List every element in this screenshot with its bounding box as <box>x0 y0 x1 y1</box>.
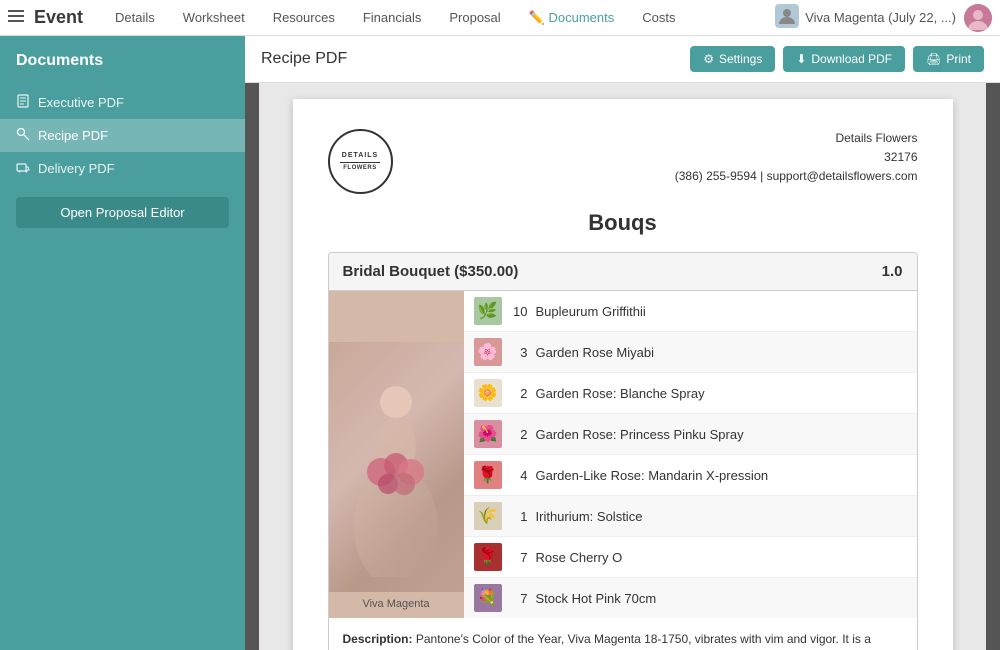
print-icon: 🖨 <box>926 52 941 66</box>
sidebar-item-label-recipe: Recipe PDF <box>38 128 108 143</box>
main-content: Recipe PDF ⚙ Settings ⬇ Download PDF 🖨 P… <box>245 36 1000 650</box>
delivery-icon <box>16 160 30 177</box>
flower-thumb-4: 🌹 <box>474 461 502 489</box>
flower-row-1: 🌸 3 Garden Rose Miyabi <box>464 332 917 373</box>
flower-thumb-6: 🌹 <box>474 543 502 571</box>
company-info: Details Flowers 32176 (386) 255-9594 | s… <box>675 129 918 187</box>
nav-link-financials[interactable]: Financials <box>351 4 434 32</box>
company-zip: 32176 <box>675 148 918 167</box>
hamburger-icon[interactable] <box>8 8 24 27</box>
nav-link-documents[interactable]: ✏️ Documents <box>517 4 627 32</box>
flower-count-2: 2 <box>510 386 528 401</box>
nav-link-resources[interactable]: Resources <box>261 4 347 32</box>
flower-thumb-0: 🌿 <box>474 297 502 325</box>
flower-name-2: Garden Rose: Blanche Spray <box>536 386 705 401</box>
user-icon <box>775 4 799 31</box>
flower-name-1: Garden Rose Miyabi <box>536 345 655 360</box>
flower-count-1: 3 <box>510 345 528 360</box>
flower-name-6: Rose Cherry O <box>536 550 623 565</box>
flower-count-0: 10 <box>510 304 528 319</box>
sidebar: Documents Executive PDF Recipe PDF Deliv… <box>0 36 245 650</box>
flower-thumb-5: 🌾 <box>474 502 502 530</box>
nav-links: Details Worksheet Resources Financials P… <box>103 4 775 32</box>
flower-thumb-3: 🌺 <box>474 420 502 448</box>
flower-name-0: Bupleurum Griffithii <box>536 304 646 319</box>
pdf-page: DETAILS FLOWERS Details Flowers 32176 (3… <box>293 99 953 650</box>
flower-count-5: 1 <box>510 509 528 524</box>
recipe-card-header: Bridal Bouquet ($350.00) 1.0 <box>329 253 917 291</box>
document-icon <box>16 94 30 111</box>
flower-count-7: 7 <box>510 591 528 606</box>
gear-icon: ⚙ <box>703 52 714 66</box>
flower-name-7: Stock Hot Pink 70cm <box>536 591 657 606</box>
avatar <box>964 4 992 32</box>
download-pdf-button[interactable]: ⬇ Download PDF <box>783 46 905 72</box>
flower-thumb-2: 🌼 <box>474 379 502 407</box>
sidebar-item-label-executive: Executive PDF <box>38 95 124 110</box>
flower-name-3: Garden Rose: Princess Pinku Spray <box>536 427 744 442</box>
sidebar-item-delivery-pdf[interactable]: Delivery PDF <box>0 152 245 185</box>
page-layout: Documents Executive PDF Recipe PDF Deliv… <box>0 36 1000 650</box>
flower-count-6: 7 <box>510 550 528 565</box>
flower-row-2: 🌼 2 Garden Rose: Blanche Spray <box>464 373 917 414</box>
recipe-image-panel: Viva Magenta <box>329 291 464 618</box>
recipe-quantity: 1.0 <box>882 263 903 280</box>
flower-name-5: Irithurium: Solstice <box>536 509 643 524</box>
brand-title: Event <box>34 7 83 28</box>
flower-thumb-7: 💐 <box>474 584 502 612</box>
pdf-section-title: Bouqs <box>328 210 918 236</box>
flower-row-3: 🌺 2 Garden Rose: Princess Pinku Spray <box>464 414 917 455</box>
recipe-name: Bridal Bouquet ($350.00) <box>343 263 519 280</box>
pdf-area[interactable]: DETAILS FLOWERS Details Flowers 32176 (3… <box>259 83 986 650</box>
flower-row-0: 🌿 10 Bupleurum Griffithii <box>464 291 917 332</box>
print-button[interactable]: 🖨 Print <box>913 46 984 72</box>
left-shadow-column <box>245 83 259 650</box>
flower-name-4: Garden-Like Rose: Mandarin X-pression <box>536 468 769 483</box>
user-name: Viva Magenta (July 22, ...) <box>805 10 956 25</box>
company-name: Details Flowers <box>675 129 918 148</box>
page-title: Recipe PDF <box>261 50 347 68</box>
header-actions: ⚙ Settings ⬇ Download PDF 🖨 Print <box>690 46 984 72</box>
recipe-flower-list: 🌿 10 Bupleurum Griffithii 🌸 3 Garden Ros… <box>464 291 917 618</box>
flower-row-6: 🌹 7 Rose Cherry O <box>464 537 917 578</box>
description-label: Description: <box>343 632 413 646</box>
nav-link-worksheet[interactable]: Worksheet <box>171 4 257 32</box>
flower-row-4: 🌹 4 Garden-Like Rose: Mandarin X-pressio… <box>464 455 917 496</box>
recipe-card: Bridal Bouquet ($350.00) 1.0 <box>328 252 918 650</box>
right-shadow-column <box>986 83 1000 650</box>
flower-count-3: 2 <box>510 427 528 442</box>
description-text: Pantone's Color of the Year, Viva Magent… <box>343 632 888 650</box>
top-navigation: Event Details Worksheet Resources Financ… <box>0 0 1000 36</box>
flower-count-4: 4 <box>510 468 528 483</box>
recipe-image-label: Viva Magenta <box>362 598 429 610</box>
sidebar-item-label-delivery: Delivery PDF <box>38 161 115 176</box>
company-logo: DETAILS FLOWERS <box>328 129 393 194</box>
sidebar-item-recipe-pdf[interactable]: Recipe PDF <box>0 119 245 152</box>
sidebar-title: Documents <box>0 52 245 86</box>
nav-right: Viva Magenta (July 22, ...) <box>775 4 992 32</box>
sidebar-item-executive-pdf[interactable]: Executive PDF <box>0 86 245 119</box>
nav-link-proposal[interactable]: Proposal <box>437 4 512 32</box>
nav-link-details[interactable]: Details <box>103 4 167 32</box>
pdf-header: DETAILS FLOWERS Details Flowers 32176 (3… <box>328 129 918 194</box>
download-icon: ⬇ <box>796 52 806 66</box>
nav-user: Viva Magenta (July 22, ...) <box>775 4 956 31</box>
recipe-photo <box>329 342 464 592</box>
content-header: Recipe PDF ⚙ Settings ⬇ Download PDF 🖨 P… <box>245 36 1000 83</box>
recipe-body: Viva Magenta 🌿 10 Bupleurum Griffithii <box>329 291 917 618</box>
flower-row-5: 🌾 1 Irithurium: Solstice <box>464 496 917 537</box>
settings-button[interactable]: ⚙ Settings <box>690 46 775 72</box>
key-icon <box>16 127 30 144</box>
flower-row-7: 💐 7 Stock Hot Pink 70cm <box>464 578 917 618</box>
open-proposal-editor-button[interactable]: Open Proposal Editor <box>16 197 229 228</box>
recipe-description: Description: Pantone's Color of the Year… <box>329 618 917 650</box>
nav-link-costs[interactable]: Costs <box>630 4 687 32</box>
company-contact: (386) 255-9594 | support@detailsflowers.… <box>675 167 918 186</box>
flower-thumb-1: 🌸 <box>474 338 502 366</box>
